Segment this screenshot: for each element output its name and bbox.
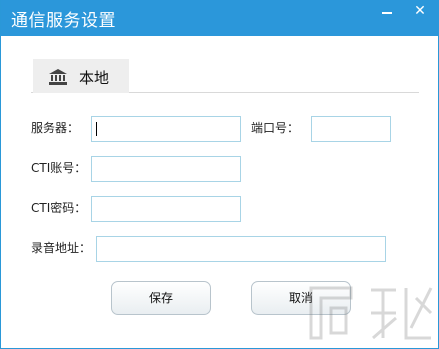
title-bar[interactable]: 通信服务设置 ✕: [1, 0, 439, 36]
dialog-window: 通信服务设置 ✕ 本地 服务器： 端口号： CTI账号： CTI密码： 录音地址…: [0, 0, 439, 349]
server-input[interactable]: [91, 116, 241, 142]
server-label: 服务器：: [31, 121, 80, 135]
bank-icon: [49, 69, 67, 85]
close-button[interactable]: ✕: [407, 0, 433, 22]
tab-local[interactable]: 本地: [33, 59, 129, 93]
cti-account-label: CTI账号：: [31, 161, 87, 175]
watermark-logo: [309, 286, 433, 340]
window-title: 通信服务设置: [11, 11, 116, 31]
cti-password-label: CTI密码：: [31, 201, 87, 215]
record-address-input[interactable]: [96, 236, 386, 262]
record-address-label: 录音地址：: [31, 241, 92, 255]
port-label: 端口号：: [251, 121, 300, 135]
port-input[interactable]: [311, 116, 391, 142]
cti-password-input[interactable]: [91, 196, 241, 222]
save-button[interactable]: 保存: [111, 281, 211, 315]
cti-account-input[interactable]: [91, 156, 241, 182]
text-cursor: [96, 122, 97, 136]
minimize-icon: [382, 12, 392, 14]
tab-label: 本地: [79, 69, 110, 87]
close-icon: ✕: [414, 3, 426, 19]
minimize-button[interactable]: [374, 0, 400, 22]
